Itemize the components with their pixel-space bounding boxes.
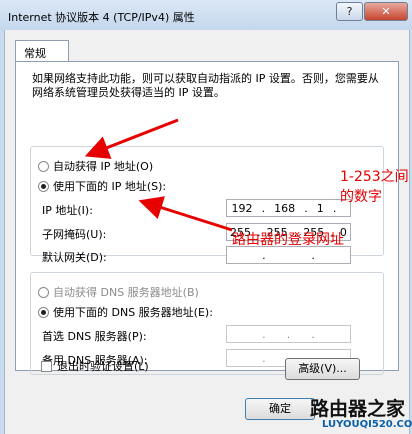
range-annotation-line1: 1-253之间 xyxy=(340,169,409,185)
watermark-brand: 路由器之家 xyxy=(310,398,406,420)
arrow-to-manual-ip xyxy=(84,118,179,159)
watermark-url: LUYOUQI520.COM xyxy=(322,419,412,430)
router-login-annotation: 路由器的登录网址 xyxy=(232,232,344,248)
arrow-to-gateway xyxy=(138,196,233,232)
range-annotation-line2: 的数字 xyxy=(340,189,382,205)
annotation-arrows xyxy=(84,118,233,232)
